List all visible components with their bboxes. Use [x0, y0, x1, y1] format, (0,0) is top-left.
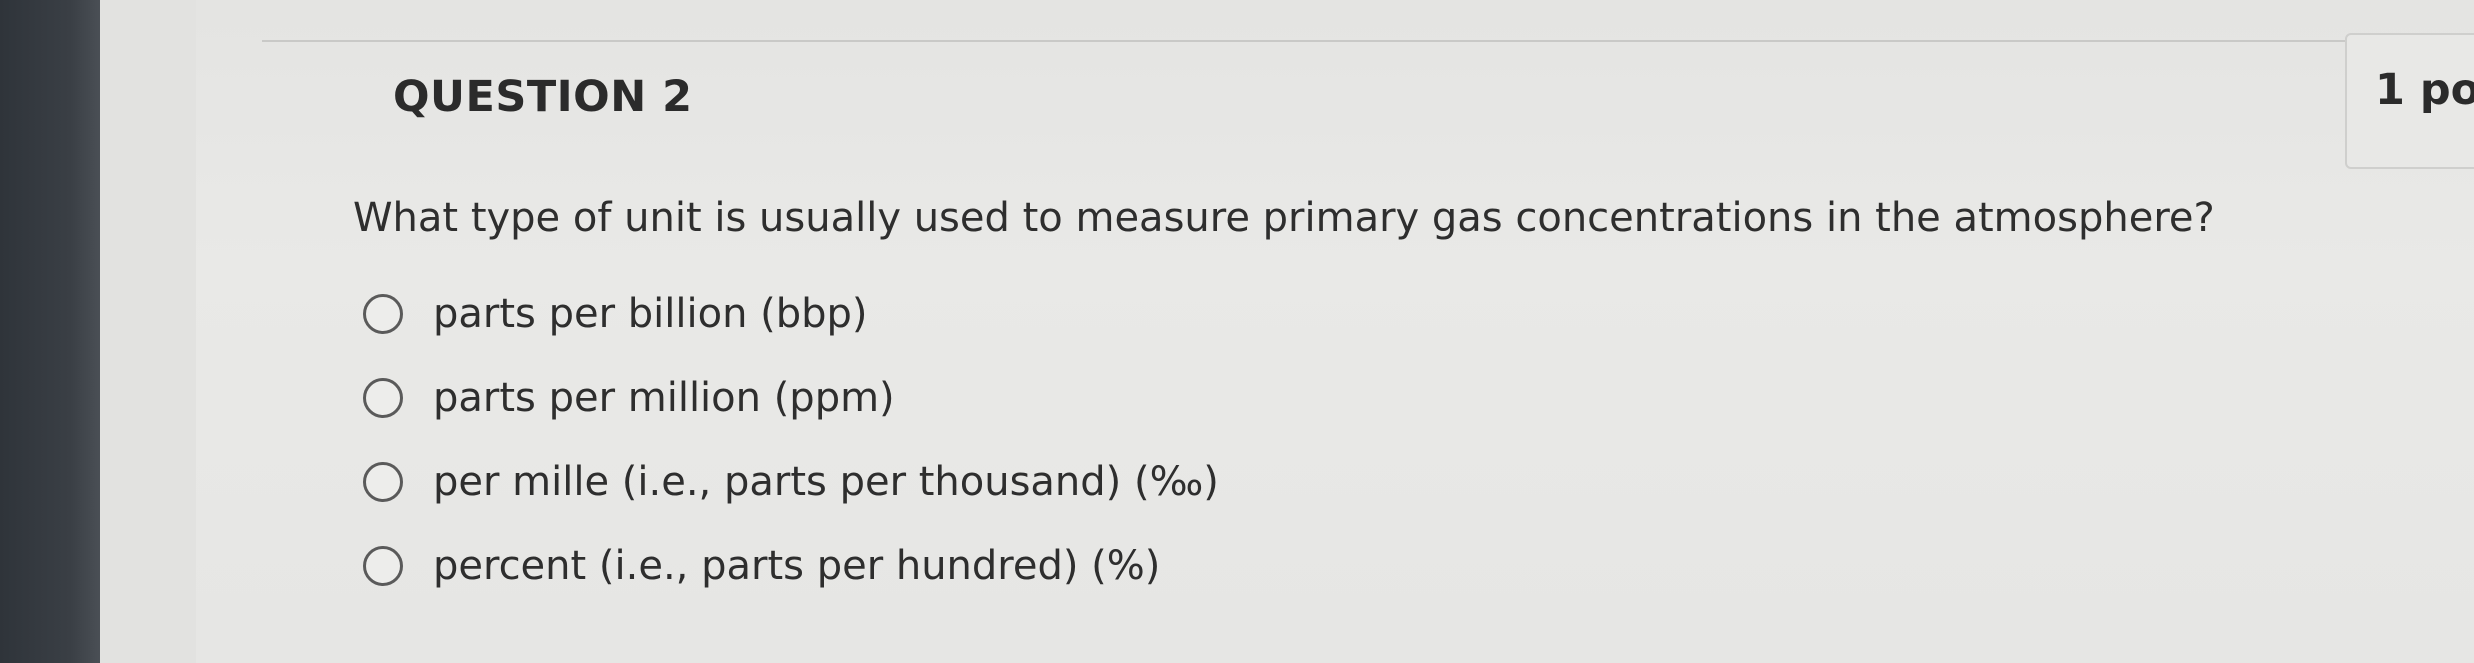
radio-button[interactable] [363, 378, 403, 418]
points-label: 1 po [2375, 65, 2474, 115]
answer-option-label: parts per million (ppm) [433, 375, 895, 421]
question-title: QUESTION 2 [393, 72, 693, 122]
answer-options: parts per billion (bbp) parts per millio… [363, 272, 1219, 608]
radio-button[interactable] [363, 294, 403, 334]
points-box: 1 po [2345, 33, 2474, 169]
answer-option-label: percent (i.e., parts per hundred) (%) [433, 543, 1161, 589]
answer-option-2[interactable]: parts per million (ppm) [363, 356, 1219, 440]
radio-button[interactable] [363, 546, 403, 586]
answer-option-label: per mille (i.e., parts per thousand) (‰) [433, 459, 1219, 505]
question-prompt: What type of unit is usually used to mea… [353, 195, 2215, 241]
radio-button[interactable] [363, 462, 403, 502]
answer-option-4[interactable]: percent (i.e., parts per hundred) (%) [363, 524, 1219, 608]
left-sidebar-edge [0, 0, 100, 663]
answer-option-label: parts per billion (bbp) [433, 291, 868, 337]
answer-option-1[interactable]: parts per billion (bbp) [363, 272, 1219, 356]
answer-option-3[interactable]: per mille (i.e., parts per thousand) (‰) [363, 440, 1219, 524]
left-gutter [100, 0, 197, 663]
divider [262, 40, 2474, 42]
